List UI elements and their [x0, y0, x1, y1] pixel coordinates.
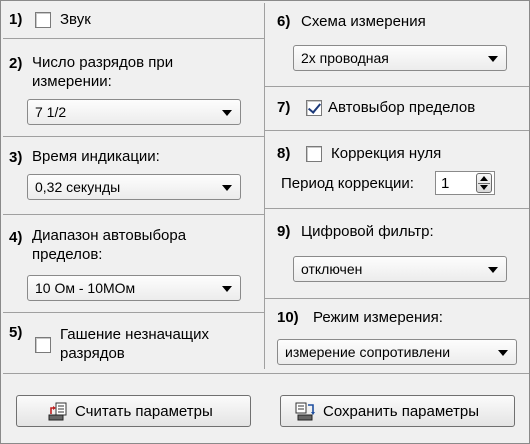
chevron-down-icon — [498, 350, 508, 356]
digits-dropdown-value: 7 1/2 — [35, 104, 67, 120]
chevron-down-icon — [222, 110, 232, 116]
section-blanking: 5) Гашение незначащих разрядов — [3, 313, 264, 371]
save-params-icon — [295, 402, 315, 421]
chevron-down-icon — [488, 267, 498, 273]
settings-panel: 1) Звук 2) Число разрядов при измерении:… — [0, 0, 530, 444]
section-autorange: 4) Диапазон автовыбора пределов: 10 Ом -… — [3, 215, 264, 313]
chevron-down-icon — [488, 56, 498, 62]
digital-filter-dropdown-value: отключен — [301, 261, 363, 277]
section-autorange-enable: 7) Автовыбор пределов — [265, 87, 529, 131]
display-time-label: Время индикации: — [32, 148, 160, 165]
blanking-checkbox[interactable] — [35, 337, 51, 353]
autorange-checkbox[interactable] — [306, 100, 322, 116]
blanking-label-line2: разрядов — [60, 345, 125, 362]
autorange-label-line1: Диапазон автовыбора — [32, 227, 187, 244]
section-scheme: 6) Схема измерения 2х проводная — [265, 3, 529, 87]
read-params-label: Считать параметры — [75, 403, 213, 420]
section-sound: 1) Звук — [3, 3, 264, 39]
section-number: 7) — [277, 99, 291, 116]
correction-period-label: Период коррекции: — [281, 175, 414, 192]
digits-label-line1: Число разрядов при — [32, 54, 174, 71]
autorange-label-line2: пределов: — [32, 246, 103, 263]
chevron-down-icon — [222, 286, 232, 292]
display-time-dropdown[interactable]: 0,32 секунды — [27, 174, 241, 200]
sound-checkbox[interactable] — [35, 12, 51, 28]
section-number: 5) — [9, 324, 23, 341]
read-params-icon — [48, 402, 67, 421]
section-number: 9) — [277, 223, 291, 240]
correction-period-value: 1 — [441, 175, 450, 192]
digital-filter-dropdown[interactable]: отключен — [293, 256, 507, 282]
sound-label: Звук — [60, 11, 91, 28]
section-number: 1) — [9, 11, 23, 28]
autorange-dropdown-value: 10 Ом - 10МОм — [35, 280, 136, 296]
bottom-divider — [3, 373, 529, 374]
zero-correction-checkbox[interactable] — [306, 146, 322, 162]
display-time-dropdown-value: 0,32 секунды — [35, 179, 121, 195]
digits-label-line2: измерении: — [32, 73, 112, 90]
section-number: 4) — [9, 229, 23, 246]
measure-mode-dropdown[interactable]: измерение сопротивлени — [277, 339, 517, 365]
section-number: 8) — [277, 145, 291, 162]
correction-period-spinner[interactable]: 1 — [435, 171, 495, 195]
section-display-time: 3) Время индикации: 0,32 секунды — [3, 137, 264, 215]
zero-correction-label: Коррекция нуля — [331, 145, 442, 162]
save-params-button[interactable]: Сохранить параметры — [280, 395, 515, 427]
scheme-dropdown[interactable]: 2х проводная — [293, 45, 507, 71]
section-measure-mode: 10) Режим измерения: измерение сопротивл… — [265, 299, 529, 371]
read-params-button[interactable]: Считать параметры — [16, 395, 251, 427]
autorange-enable-label: Автовыбор пределов — [328, 99, 476, 116]
autorange-dropdown[interactable]: 10 Ом - 10МОм — [27, 275, 241, 301]
section-digital-filter: 9) Цифровой фильтр: отключен — [265, 209, 529, 299]
measure-mode-label: Режим измерения: — [313, 309, 443, 326]
digits-dropdown[interactable]: 7 1/2 — [27, 99, 241, 125]
digital-filter-label: Цифровой фильтр: — [301, 223, 434, 240]
section-number: 6) — [277, 13, 291, 30]
chevron-down-icon — [222, 185, 232, 191]
scheme-label: Схема измерения — [301, 13, 426, 30]
spinner-buttons[interactable] — [476, 173, 492, 193]
section-number: 2) — [9, 55, 23, 72]
save-params-label: Сохранить параметры — [323, 403, 480, 420]
scheme-dropdown-value: 2х проводная — [301, 50, 389, 66]
blanking-label-line1: Гашение незначащих — [60, 326, 210, 343]
spin-down-icon[interactable] — [480, 185, 488, 190]
section-number: 3) — [9, 149, 23, 166]
section-digits: 2) Число разрядов при измерении: 7 1/2 — [3, 39, 264, 137]
spin-up-icon[interactable] — [480, 176, 488, 181]
measure-mode-dropdown-value: измерение сопротивлени — [285, 344, 451, 360]
section-number: 10) — [277, 309, 299, 326]
section-zero-correction: 8) Коррекция нуля Период коррекции: 1 — [265, 131, 529, 209]
